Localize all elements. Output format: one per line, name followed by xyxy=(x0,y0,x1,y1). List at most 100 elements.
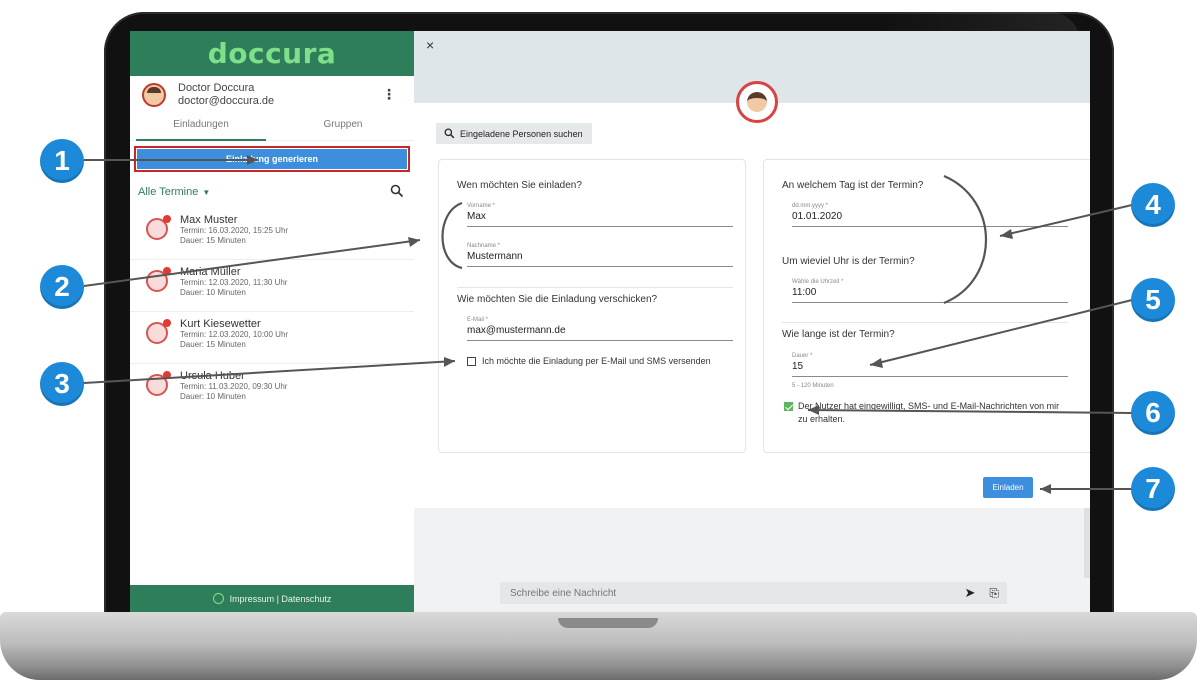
doctor-face xyxy=(747,92,767,112)
patient-avatar xyxy=(146,267,171,292)
duration-value: 15 xyxy=(792,361,804,372)
profile: Doctor Doccura doctor@doccura.de ⋮ xyxy=(130,76,414,114)
firstname-field[interactable]: Vorname * Max xyxy=(467,202,733,227)
caret-down-icon: ▼ xyxy=(202,188,211,197)
appointment-duration: Dauer: 10 Minuten xyxy=(180,288,246,297)
info-icon xyxy=(212,593,224,604)
search-invited-button[interactable]: Eingeladene Personen suchen xyxy=(436,123,592,144)
avatar xyxy=(142,83,166,107)
question-how: Wie möchten Sie die Einladung verschicke… xyxy=(457,294,658,305)
callout-5: 5 xyxy=(1131,278,1175,322)
message-input[interactable] xyxy=(508,586,951,600)
time-field[interactable]: Wähle die Uhrzeit * 11:00 xyxy=(792,278,1068,303)
main-area: × Eingeladene Personen suchen Wen möchte… xyxy=(414,31,1090,612)
consent-checkbox[interactable] xyxy=(784,402,793,411)
sms-checkbox[interactable] xyxy=(467,357,476,366)
filter-select[interactable]: Alle Termine ▼ xyxy=(138,182,210,200)
appointment-time: Termin: 12.03.2020, 11:30 Uhr xyxy=(180,278,288,287)
status-dot xyxy=(163,267,171,275)
generate-invitation-button[interactable]: Einladung generieren xyxy=(137,149,407,169)
sidebar: doccura Doctor Doccura doctor@doccura.de… xyxy=(130,31,415,612)
appointment-card: An welchem Tag ist der Termin? dd.mm.yyy… xyxy=(763,159,1090,453)
question-who: Wen möchten Sie einladen? xyxy=(457,180,582,191)
status-dot xyxy=(163,371,171,379)
search-icon xyxy=(444,128,455,139)
appointment-item[interactable]: Kurt Kiesewetter Termin: 12.03.2020, 10:… xyxy=(130,312,414,364)
callout-6: 6 xyxy=(1131,391,1175,435)
laptop-notch xyxy=(558,618,658,628)
invite-button[interactable]: Einladen xyxy=(983,477,1033,498)
scrollbar[interactable] xyxy=(1084,508,1090,578)
footer-links[interactable]: Impressum | Datenschutz xyxy=(230,594,332,604)
logo-bar: doccura xyxy=(130,31,414,76)
callout-4: 4 xyxy=(1131,183,1175,227)
search-invited-label: Eingeladene Personen suchen xyxy=(460,128,583,139)
consent-label: Der Nutzer hat eingewilligt, SMS- und E-… xyxy=(798,400,1090,426)
appointment-name: Max Muster xyxy=(180,214,238,226)
profile-email: doctor@doccura.de xyxy=(178,95,275,107)
app-screen: doccura Doctor Doccura doctor@doccura.de… xyxy=(130,31,1090,612)
date-field[interactable]: dd.mm.yyyy * 01.01.2020 xyxy=(792,202,1068,227)
divider xyxy=(457,287,733,288)
tab-einladungen[interactable]: Einladungen xyxy=(130,114,272,141)
firstname-label: Vorname * xyxy=(467,203,496,209)
duration-hint: 5 - 120 Minuten xyxy=(792,383,834,389)
appointment-item[interactable]: Max Muster Termin: 16.03.2020, 15:25 Uhr… xyxy=(130,208,414,260)
duration-label: Dauer * xyxy=(792,353,813,359)
appointment-time: Termin: 11.03.2020, 09:30 Uhr xyxy=(180,382,288,391)
patient-avatar xyxy=(146,371,171,396)
chat-area: ➤ ⎘ xyxy=(414,508,1090,612)
question-day: An welchem Tag ist der Termin? xyxy=(782,180,924,191)
lastname-value: Mustermann xyxy=(467,251,523,262)
callout-3: 3 xyxy=(40,362,84,406)
email-value: max@mustermann.de xyxy=(467,325,566,336)
date-value: 01.01.2020 xyxy=(792,211,843,222)
patient-avatar xyxy=(146,319,171,344)
search-icon[interactable] xyxy=(390,184,404,198)
callout-2: 2 xyxy=(40,265,84,309)
tab-gruppen[interactable]: Gruppen xyxy=(272,114,414,140)
filter-label: Alle Termine xyxy=(138,186,199,198)
invite-dialog: Eingeladene Personen suchen Wen möchten … xyxy=(414,103,1090,508)
appointment-duration: Dauer: 10 Minuten xyxy=(180,392,246,401)
send-icon[interactable]: ➤ xyxy=(964,585,975,601)
question-duration: Wie lange ist der Termin? xyxy=(782,329,895,340)
divider xyxy=(782,322,1068,323)
sidebar-footer: Impressum | Datenschutz xyxy=(130,585,414,612)
appointment-name: Kurt Kiesewetter xyxy=(180,318,261,330)
duration-field[interactable]: Dauer * 15 xyxy=(792,352,1068,377)
status-dot xyxy=(163,215,171,223)
appointment-name: Ursula Huber xyxy=(180,370,245,382)
appointment-name: Maria Müller xyxy=(180,266,241,278)
logo: doccura xyxy=(207,37,337,70)
close-icon[interactable]: × xyxy=(426,37,434,53)
doctor-badge-icon xyxy=(736,81,778,123)
lastname-field[interactable]: Nachname * Mustermann xyxy=(467,242,733,267)
appointment-item[interactable]: Maria Müller Termin: 12.03.2020, 11:30 U… xyxy=(130,260,414,312)
callout-1: 1 xyxy=(40,139,84,183)
callout-7: 7 xyxy=(1131,467,1175,511)
email-field[interactable]: E-Mail * max@mustermann.de xyxy=(467,316,733,341)
appointment-time: Termin: 16.03.2020, 15:25 Uhr xyxy=(180,226,289,235)
question-time: Um wieviel Uhr is der Termin? xyxy=(782,256,915,267)
appointment-item[interactable]: Ursula Huber Termin: 11.03.2020, 09:30 U… xyxy=(130,364,414,416)
time-value: 11:00 xyxy=(792,287,817,298)
appointment-duration: Dauer: 15 Minuten xyxy=(180,340,246,349)
consent-line-2: zu erhalten. xyxy=(798,414,846,424)
attachment-icon[interactable]: ⎘ xyxy=(989,586,999,601)
appointment-time: Termin: 12.03.2020, 10:00 Uhr xyxy=(180,330,289,339)
message-bar: ➤ ⎘ xyxy=(500,582,1007,604)
more-menu-icon[interactable]: ⋮ xyxy=(382,86,396,103)
filter-row: Alle Termine ▼ xyxy=(130,174,414,208)
sidebar-tabs: Einladungen Gruppen xyxy=(130,114,414,141)
consent-line-1: Der Nutzer hat eingewilligt, SMS- und E-… xyxy=(798,401,1060,411)
invitee-card: Wen möchten Sie einladen? Vorname * Max … xyxy=(438,159,746,453)
email-label: E-Mail * xyxy=(467,317,489,323)
appointment-duration: Dauer: 15 Minuten xyxy=(180,236,246,245)
time-label: Wähle die Uhrzeit * xyxy=(792,279,844,285)
firstname-value: Max xyxy=(467,211,486,222)
patient-avatar xyxy=(146,215,171,240)
lastname-label: Nachname * xyxy=(467,243,501,249)
profile-name: Doctor Doccura xyxy=(178,82,255,94)
date-label: dd.mm.yyyy * xyxy=(792,203,829,209)
